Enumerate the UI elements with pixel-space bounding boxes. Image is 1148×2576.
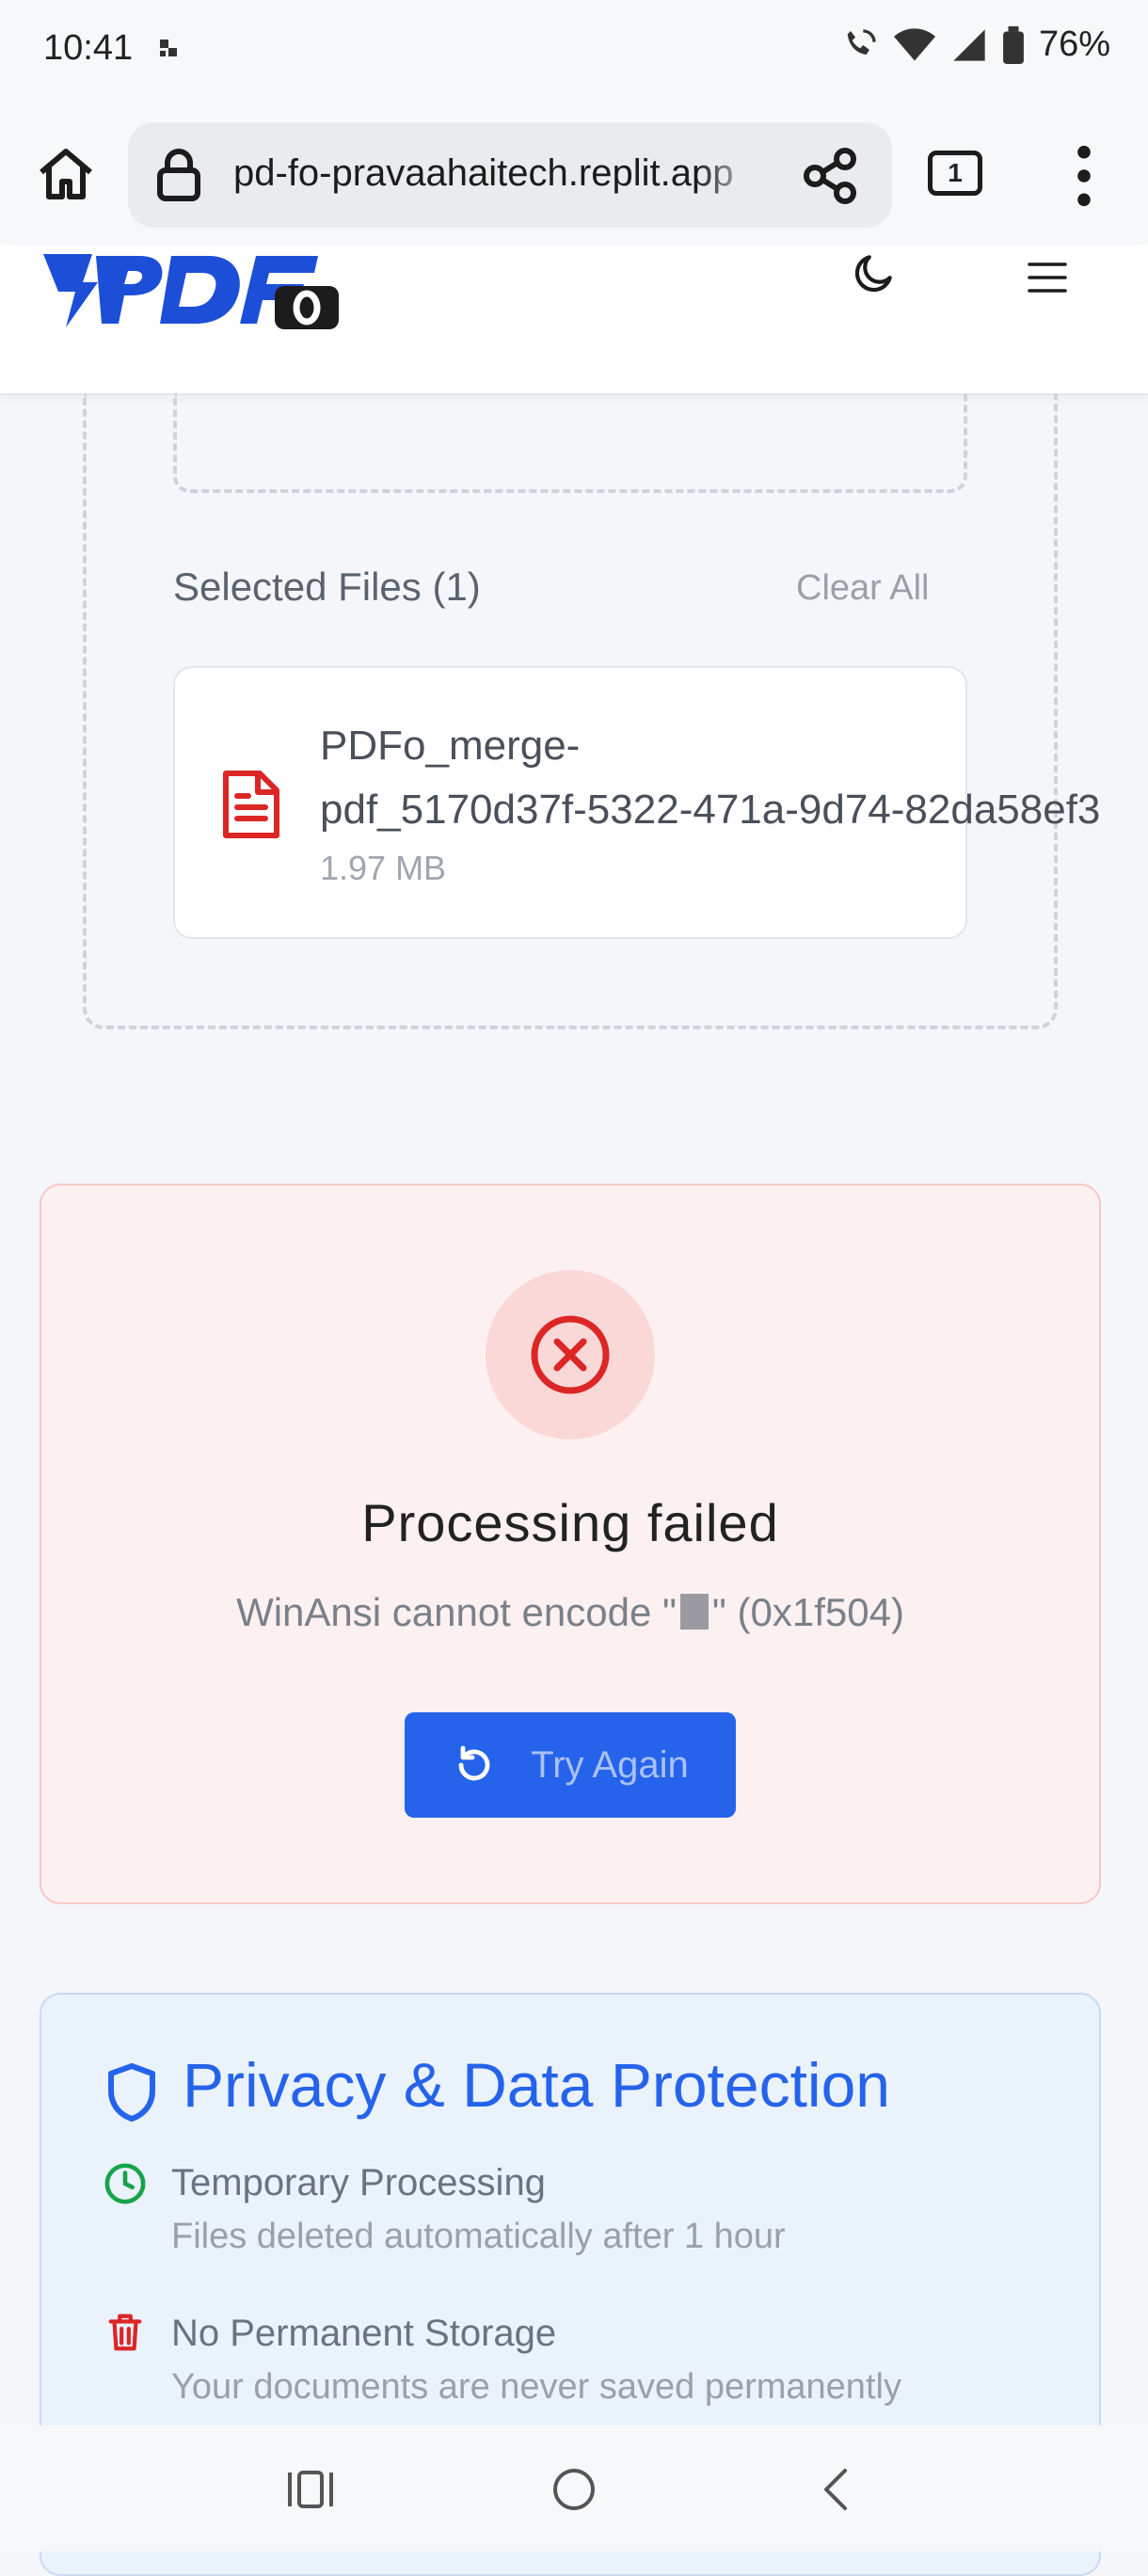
url-text[interactable]: pd-fo-pravaahaitech.replit.app — [233, 152, 760, 195]
privacy-item-description: Files deleted automatically after 1 hour — [171, 2217, 786, 2256]
try-again-button[interactable]: Try Again — [405, 1712, 736, 1818]
home-icon — [40, 149, 92, 199]
battery-percent: 76% — [1038, 24, 1110, 64]
status-time: 10:41 — [43, 28, 134, 68]
clock-icon — [104, 2163, 146, 2204]
refresh-icon — [458, 1745, 490, 1781]
tab-switcher-button[interactable]: 1 — [928, 151, 982, 196]
privacy-item-description: Your documents are never saved permanent… — [171, 2367, 901, 2407]
battery-icon — [1003, 25, 1024, 64]
home-button[interactable] — [28, 136, 104, 212]
privacy-item-title: Temporary Processing — [171, 2162, 546, 2203]
file-name-continued: pdf_5170d37f-5322-471a-9d74-82da58ef3 — [320, 787, 1101, 833]
back-icon[interactable] — [817, 2467, 854, 2512]
notification-icon — [160, 40, 177, 56]
error-message-prefix: WinAnsi cannot encode " — [236, 1590, 677, 1634]
wifi-icon — [893, 27, 935, 60]
error-message: WinAnsi cannot encode " " (0x1f504) — [0, 1590, 1140, 1635]
try-again-label: Try Again — [531, 1743, 689, 1786]
trash-icon — [108, 2314, 142, 2351]
privacy-title: Privacy & Data Protection — [183, 2050, 890, 2120]
error-x-icon — [531, 1315, 610, 1394]
recent-apps-icon[interactable] — [286, 2467, 335, 2512]
file-drop-area[interactable] — [173, 393, 967, 493]
status-icons: 76% — [841, 24, 1110, 65]
error-title: Processing failed — [361, 1493, 779, 1552]
selected-files-heading: Selected Files (1) — [173, 564, 481, 609]
pdfo-logo[interactable] — [38, 246, 348, 331]
clear-all-button[interactable]: Clear All — [796, 568, 930, 609]
home-nav-icon[interactable] — [550, 2465, 598, 2514]
dark-mode-toggle-icon[interactable] — [851, 249, 898, 296]
pdf-file-icon — [223, 771, 279, 838]
lock-icon[interactable] — [151, 146, 207, 202]
privacy-item-title: No Permanent Storage — [171, 2313, 557, 2354]
wifi-call-icon — [847, 28, 876, 55]
signal-icon — [953, 28, 985, 61]
hamburger-menu-icon[interactable] — [1028, 262, 1067, 294]
file-size: 1.97 MB — [320, 849, 447, 887]
file-name: PDFo_merge- — [320, 723, 581, 769]
missing-glyph-box — [679, 1594, 709, 1630]
share-icon[interactable] — [800, 146, 860, 206]
error-message-suffix: " (0x1f504) — [711, 1590, 904, 1634]
more-options-icon[interactable] — [1073, 143, 1095, 209]
shield-icon — [108, 2063, 155, 2122]
